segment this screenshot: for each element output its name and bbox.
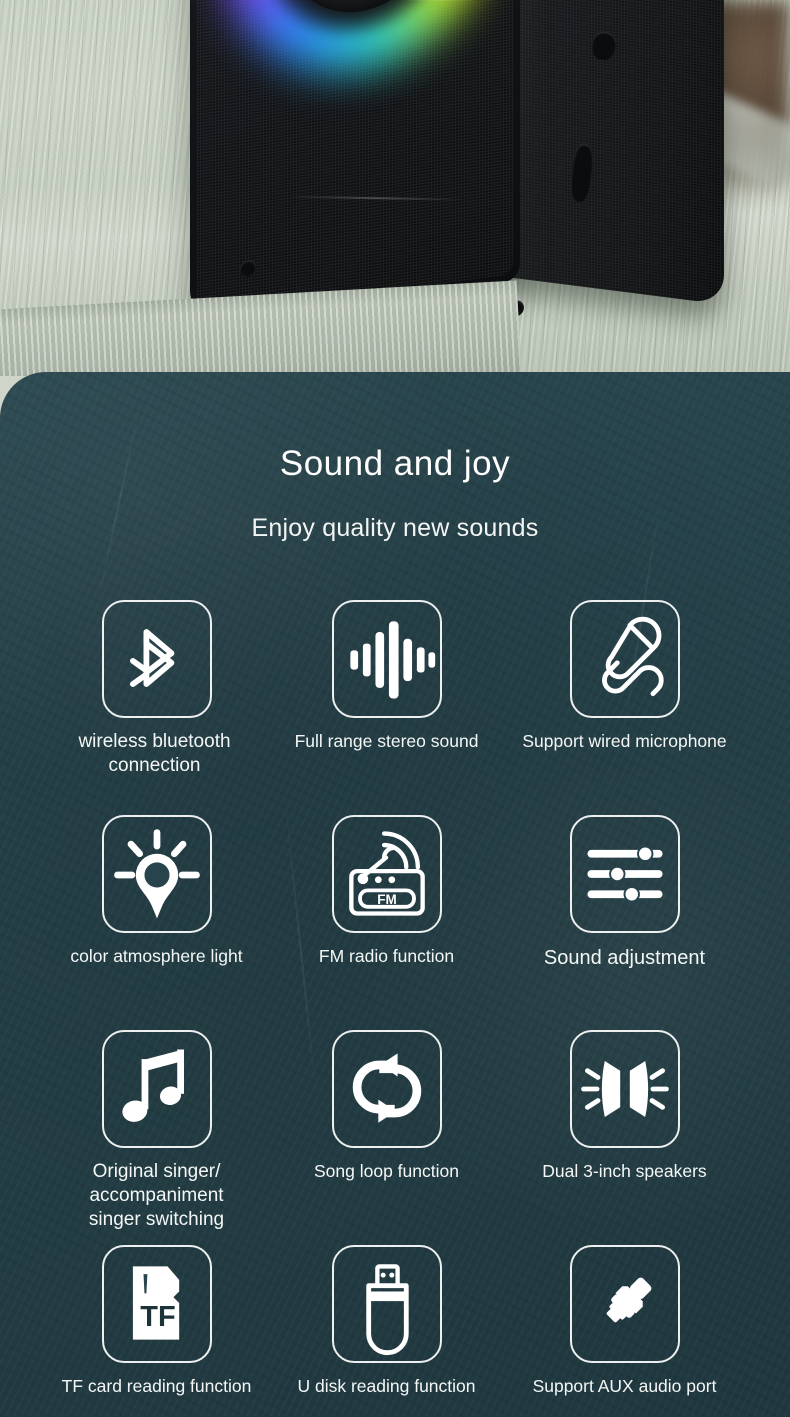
hero-product-photo [0,0,790,376]
product-feature-page: Sound and joy Enjoy quality new sounds w… [0,0,790,1417]
panel-scratch [96,400,142,606]
tf-card-icon: TF [101,1245,212,1363]
music-note-icon [101,1030,212,1148]
feature-item-stereo: Full range stereo sound [255,600,518,753]
waveform-icon [331,600,442,718]
feature-item-light: color atmosphere light [25,815,288,968]
bluetooth-icon [101,600,212,718]
feature-row: Original singer/accompaniment singer swit… [0,1030,790,1245]
sliders-icon [569,815,680,933]
feature-label: FM radio function [318,946,455,966]
feature-row: color atmosphere light FM FM radio funct… [0,815,790,1030]
dual-speaker-icon [569,1030,680,1148]
usb-drive-icon [331,1245,442,1363]
feature-row: wireless bluetooth connection Full range… [0,600,790,815]
feature-label: Support wired microphone [522,731,727,751]
feature-label: Sound adjustment [543,947,706,969]
feature-row: TF TF card reading function U disk readi… [0,1245,790,1417]
microphone-icon [569,600,680,718]
feature-label: Support AUX audio port [532,1376,717,1396]
fm-radio-icon: FM [331,815,442,933]
feature-label: wireless bluetooth connection [78,731,231,777]
feature-item-microphone: Support wired microphone [493,600,756,753]
aux-jack-icon [569,1245,680,1363]
speaker-front-panel [190,0,524,325]
feature-label: TF card reading function [61,1376,252,1396]
feature-item-song-loop: Song loop function [255,1030,518,1183]
panel-heading: Sound and joy [279,444,511,483]
loop-icon [331,1030,442,1148]
speaker-product [176,0,724,325]
feature-item-aux-port: Support AUX audio port [493,1245,756,1398]
feature-item-original-singer: Original singer/accompaniment singer swit… [25,1030,288,1232]
feature-panel: Sound and joy Enjoy quality new sounds w… [0,372,790,1417]
feature-item-fm-radio: FM FM radio function [255,815,518,968]
feature-label: U disk reading function [297,1376,476,1396]
panel-subheading: Enjoy quality new sounds [251,514,539,542]
feature-label: Full range stereo sound [294,731,479,751]
feature-item-dual-speakers: Dual 3-inch speakers [493,1030,756,1183]
feature-item-bluetooth: wireless bluetooth connection [25,600,288,779]
feature-grid: wireless bluetooth connection Full range… [0,600,790,1417]
feature-item-u-disk: U disk reading function [255,1245,518,1398]
feature-label: Original singer/accompaniment singer swit… [88,1161,225,1230]
light-bulb-icon [101,815,212,933]
fm-label: FM [377,892,396,907]
feature-item-tf-card: TF TF card reading function [25,1245,288,1398]
tf-label: TF [140,1301,175,1333]
feature-label: color atmosphere light [70,946,243,966]
feature-label: Dual 3-inch speakers [542,1161,707,1181]
feature-label: Song loop function [314,1161,459,1181]
feature-item-sound-adjustment: Sound adjustment [493,815,756,971]
